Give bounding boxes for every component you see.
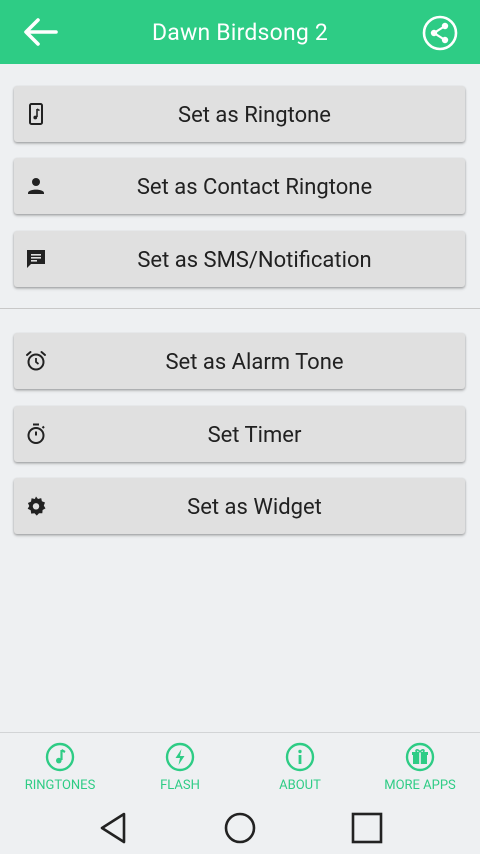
bottom-navigation: RINGTONES FLASH ABOUT MORE APPS [0, 732, 480, 800]
recents-square-icon [351, 812, 383, 844]
set-widget-button[interactable]: Set as Widget [14, 478, 465, 534]
home-circle-icon [224, 812, 256, 844]
set-alarm-tone-button[interactable]: Set as Alarm Tone [14, 333, 465, 389]
nav-label: ABOUT [279, 778, 321, 793]
nav-ringtones[interactable]: RINGTONES [0, 733, 120, 801]
nav-more-apps[interactable]: MORE APPS [360, 733, 480, 801]
nav-label: RINGTONES [24, 778, 96, 793]
section-divider [0, 308, 480, 309]
button-label: Set as Ringtone [178, 103, 331, 128]
system-back-button[interactable] [94, 808, 134, 848]
button-label: Set Timer [207, 423, 302, 448]
music-note-icon [45, 742, 75, 772]
set-timer-button[interactable]: Set Timer [14, 406, 465, 462]
nav-about[interactable]: ABOUT [240, 733, 360, 801]
gift-icon [405, 742, 435, 772]
system-recents-button[interactable] [347, 808, 387, 848]
nav-label: MORE APPS [384, 778, 456, 793]
app-bar: Dawn Birdsong 2 [0, 0, 480, 64]
set-contact-ringtone-button[interactable]: Set as Contact Ringtone [14, 158, 465, 214]
share-button[interactable] [422, 15, 458, 51]
button-label: Set as Contact Ringtone [136, 175, 373, 200]
set-sms-notification-button[interactable]: Set as SMS/Notification [14, 231, 465, 287]
info-icon [285, 742, 315, 772]
nav-flash[interactable]: FLASH [120, 733, 240, 801]
share-icon [422, 15, 458, 51]
back-triangle-icon [100, 812, 126, 844]
flash-icon [165, 742, 195, 772]
page-title: Dawn Birdsong 2 [151, 19, 328, 46]
system-home-button[interactable] [220, 808, 260, 848]
button-label: Set as SMS/Notification [137, 248, 372, 273]
nav-label: FLASH [160, 778, 200, 793]
system-navigation-bar [0, 800, 480, 854]
button-label: Set as Alarm Tone [165, 350, 344, 375]
action-list: Set as Ringtone Set as Contact Ringtone … [0, 64, 480, 732]
set-ringtone-button[interactable]: Set as Ringtone [14, 86, 465, 142]
button-label: Set as Widget [187, 495, 322, 520]
